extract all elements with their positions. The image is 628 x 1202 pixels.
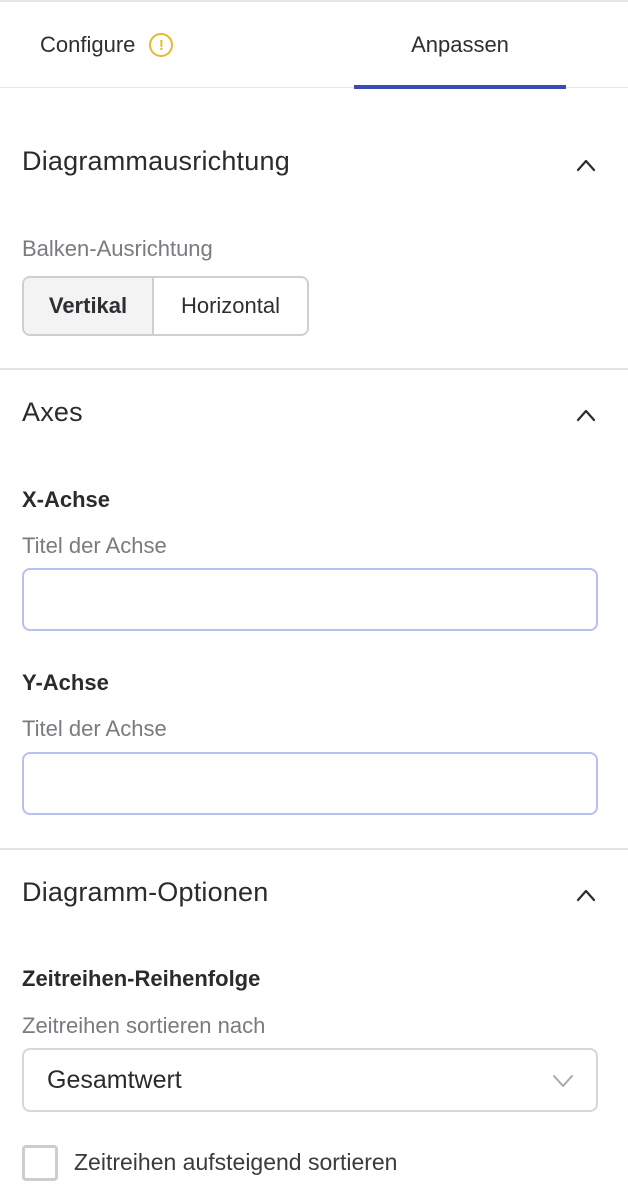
x-axis-title-label: Titel der Achse [22, 533, 167, 558]
warning-icon: ! [149, 33, 174, 57]
series-sort-value: Gesamtwert [47, 1065, 182, 1094]
chevron-down-icon [553, 1075, 573, 1087]
section-title-axes[interactable]: Axes [22, 397, 83, 428]
tab-configure-label: Configure [40, 32, 136, 57]
bar-orientation-label: Balken-Ausrichtung [22, 236, 213, 261]
x-axis-heading: X-Achse [22, 487, 111, 512]
series-order-heading: Zeitreihen-Reihenfolge [22, 966, 261, 991]
tab-anpassen-label: Anpassen [411, 32, 509, 57]
sort-ascending-label[interactable]: Zeitreihen aufsteigend sortieren [74, 1149, 397, 1176]
orientation-vertical-button[interactable]: Vertikal [24, 278, 154, 334]
sort-ascending-checkbox[interactable] [22, 1145, 58, 1181]
series-sort-label: Zeitreihen sortieren nach [22, 1013, 266, 1038]
tab-configure[interactable]: Configure ! [40, 2, 174, 88]
orientation-horizontal-button[interactable]: Horizontal [154, 278, 307, 334]
series-sort-select[interactable]: Gesamtwert [22, 1048, 598, 1112]
x-axis-title-input[interactable] [22, 568, 598, 631]
chevron-up-icon[interactable] [576, 158, 596, 172]
y-axis-title-input[interactable] [22, 752, 598, 815]
section-divider [0, 368, 628, 370]
section-title-chart-options[interactable]: Diagramm-Optionen [22, 877, 269, 908]
y-axis-heading: Y-Achse [22, 670, 109, 695]
tab-anpassen[interactable]: Anpassen [354, 2, 566, 88]
customize-panel: Configure ! Anpassen Diagrammausrichtung… [0, 0, 628, 1202]
active-tab-indicator [354, 85, 566, 89]
chevron-up-icon[interactable] [576, 408, 596, 422]
section-title-orientation[interactable]: Diagrammausrichtung [22, 146, 290, 177]
y-axis-title-label: Titel der Achse [22, 716, 167, 741]
chevron-up-icon[interactable] [576, 888, 596, 902]
tab-bar: Configure ! Anpassen [0, 0, 628, 89]
section-divider [0, 848, 628, 850]
orientation-segmented-control: Vertikal Horizontal [22, 276, 309, 336]
